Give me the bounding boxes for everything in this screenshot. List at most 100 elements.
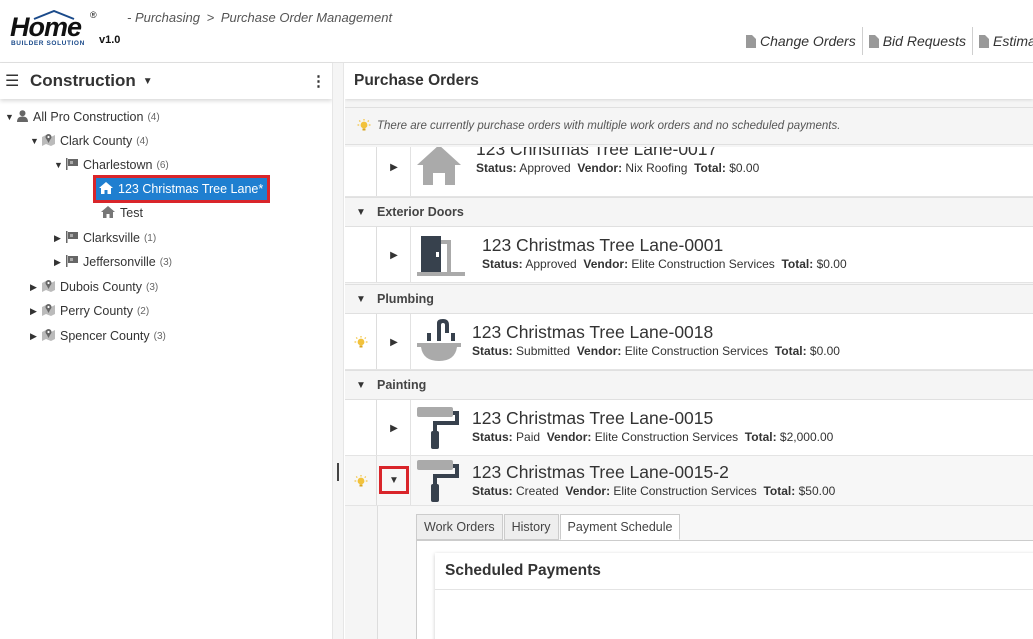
tree-node-label: Clarksville xyxy=(83,231,140,245)
flag-icon xyxy=(66,230,78,246)
collapse-toggle-icon[interactable]: ▼ xyxy=(54,160,66,170)
indicator-cell xyxy=(345,314,377,369)
estimate-link[interactable]: Estimate xyxy=(973,27,1033,55)
expand-toggle-icon[interactable]: ▶ xyxy=(30,306,42,317)
purchase-order-list: ▶ 123 Christmas Tree Lane-0017 Status: A… xyxy=(345,147,1033,639)
chevron-down-icon[interactable]: ▼ xyxy=(143,76,153,87)
tree-node-count: (4) xyxy=(147,111,160,123)
group-header-exterior-doors[interactable]: ▼ Exterior Doors xyxy=(345,197,1033,227)
expand-toggle-icon[interactable]: ▶ xyxy=(54,257,66,268)
link-label: Bid Requests xyxy=(882,33,966,49)
change-orders-link[interactable]: Change Orders xyxy=(740,27,863,55)
tree-node-jeffersonville[interactable]: ▶ Jeffersonville (3) xyxy=(54,252,172,272)
vendor-label: Vendor: xyxy=(565,484,611,498)
logo-word: Home xyxy=(10,12,82,42)
expand-toggle-icon[interactable]: ▶ xyxy=(54,233,66,244)
po-title[interactable]: 123 Christmas Tree Lane-0018 xyxy=(472,322,713,343)
tree-node-count: (1) xyxy=(143,232,157,244)
total-label: Total: xyxy=(774,344,807,358)
tree-node-test[interactable]: Test xyxy=(101,203,143,223)
panel-splitter[interactable] xyxy=(332,63,344,639)
splitter-grip[interactable] xyxy=(337,463,339,481)
expand-row-icon[interactable]: ▶ xyxy=(379,155,409,179)
expand-row-icon[interactable]: ▶ xyxy=(379,243,409,267)
tree-node-count: (4) xyxy=(136,135,149,147)
sidebar-title[interactable]: Construction xyxy=(30,71,136,91)
tab-history[interactable]: History xyxy=(503,514,559,540)
po-title[interactable]: 123 Christmas Tree Lane-0001 xyxy=(482,235,723,256)
tab-work-orders[interactable]: Work Orders xyxy=(416,514,503,540)
po-meta: Status: Approved Vendor: Elite Construct… xyxy=(482,257,847,271)
chevron-down-icon[interactable]: ▼ xyxy=(345,207,377,218)
expand-row-icon[interactable]: ▶ xyxy=(379,330,409,354)
flag-icon xyxy=(66,157,78,173)
tree-node-label: 123 Christmas Tree Lane* xyxy=(118,182,264,196)
tab-payment-schedule[interactable]: Payment Schedule xyxy=(559,514,681,540)
po-meta: Status: Submitted Vendor: Elite Construc… xyxy=(472,344,840,358)
tree-node-clarksville[interactable]: ▶ Clarksville (1) xyxy=(54,228,156,248)
column-separator xyxy=(410,314,411,369)
collapse-row-icon[interactable]: ▼ xyxy=(379,466,409,494)
order-detail-panel: Work Orders History Payment Schedule Sch… xyxy=(377,506,1033,639)
purchase-order-row[interactable]: ▶ 123 Christmas Tree Lane-0015 Status: P… xyxy=(345,400,1033,456)
vendor-label: Vendor: xyxy=(583,257,629,271)
sink-icon xyxy=(415,319,463,365)
indicator-cell xyxy=(345,227,377,282)
tree-node-count: (2) xyxy=(136,305,150,317)
group-label: Plumbing xyxy=(377,292,434,306)
tree-node-charlestown[interactable]: ▼ Charlestown (6) xyxy=(54,155,169,175)
purchase-order-row[interactable]: ▼ 123 Christmas Tree Lane-0015-2 Status:… xyxy=(345,456,1033,506)
purchase-order-row[interactable]: ▶ 123 Christmas Tree Lane-0001 Status: A… xyxy=(345,227,1033,283)
tree-node-clark-county[interactable]: ▼ Clark County (4) xyxy=(30,131,148,151)
group-header-painting[interactable]: ▼ Painting xyxy=(345,370,1033,400)
total-label: Total: xyxy=(694,161,726,175)
link-label: Change Orders xyxy=(760,33,856,49)
purchase-orders-panel: Purchase Orders There are currently purc… xyxy=(345,63,1033,639)
total-value: $0.00 xyxy=(729,161,760,175)
scheduled-payments-card: Scheduled Payments xyxy=(435,553,1033,639)
detail-tabs: Work Orders History Payment Schedule xyxy=(416,514,681,540)
po-title[interactable]: 123 Christmas Tree Lane-0017 xyxy=(476,147,717,160)
top-header: Home ® BUILDER SOLUTION v1.0 - Purchasin… xyxy=(0,0,1033,63)
status-label: Status: xyxy=(482,257,523,271)
chevron-down-icon[interactable]: ▼ xyxy=(345,294,377,305)
tree-node-dubois-county[interactable]: ▶ Dubois County (3) xyxy=(30,277,158,297)
document-icon xyxy=(868,34,879,48)
collapse-toggle-icon[interactable]: ▼ xyxy=(5,112,17,122)
chevron-down-icon[interactable]: ▼ xyxy=(345,380,377,391)
hamburger-menu-icon[interactable]: ☰ xyxy=(5,71,27,91)
po-title[interactable]: 123 Christmas Tree Lane-0015-2 xyxy=(472,462,729,483)
scheduled-payments-title: Scheduled Payments xyxy=(435,553,1033,590)
tree-node-123-christmas-tree-lane[interactable]: 123 Christmas Tree Lane* xyxy=(92,175,271,203)
indicator-cell xyxy=(345,456,377,505)
person-icon xyxy=(17,109,28,125)
group-header-plumbing[interactable]: ▼ Plumbing xyxy=(345,284,1033,314)
tree-node-all-pro-construction[interactable]: ▼ All Pro Construction (4) xyxy=(5,107,160,127)
total-label: Total: xyxy=(744,430,777,444)
expand-toggle-icon[interactable]: ▶ xyxy=(30,331,42,342)
vendor-label: Vendor: xyxy=(576,344,622,358)
total-label: Total: xyxy=(763,484,796,498)
bid-requests-link[interactable]: Bid Requests xyxy=(863,27,973,55)
purchase-order-row[interactable]: ▶ 123 Christmas Tree Lane-0018 Status: S… xyxy=(345,314,1033,370)
tree-node-spencer-county[interactable]: ▶ Spencer County (3) xyxy=(30,326,166,346)
logo-reg: ® xyxy=(90,10,97,20)
tree-node-label: Test xyxy=(120,206,143,220)
expand-toggle-icon[interactable]: ▶ xyxy=(30,282,42,293)
vendor-value: Nix Roofing xyxy=(625,161,688,175)
expand-row-icon[interactable]: ▶ xyxy=(379,416,409,440)
total-label: Total: xyxy=(781,257,814,271)
home-builder-logo[interactable]: Home ® BUILDER SOLUTION v1.0 xyxy=(10,8,125,50)
tree-node-label: Spencer County xyxy=(60,329,150,343)
breadcrumb-item[interactable]: - Purchasing xyxy=(127,10,200,25)
collapse-toggle-icon[interactable]: ▼ xyxy=(30,136,42,146)
paint-roller-icon xyxy=(415,458,463,504)
more-options-icon[interactable]: ⋮ xyxy=(311,72,326,90)
purchase-order-row[interactable]: ▶ 123 Christmas Tree Lane-0017 Status: A… xyxy=(345,147,1033,197)
link-label: Estimate xyxy=(993,33,1033,49)
po-title[interactable]: 123 Christmas Tree Lane-0015 xyxy=(472,408,713,429)
alert-banner: There are currently purchase orders with… xyxy=(345,107,1033,145)
paint-roller-icon xyxy=(415,405,463,451)
tree-node-perry-county[interactable]: ▶ Perry County (2) xyxy=(30,301,149,321)
indicator-cell xyxy=(345,147,377,196)
